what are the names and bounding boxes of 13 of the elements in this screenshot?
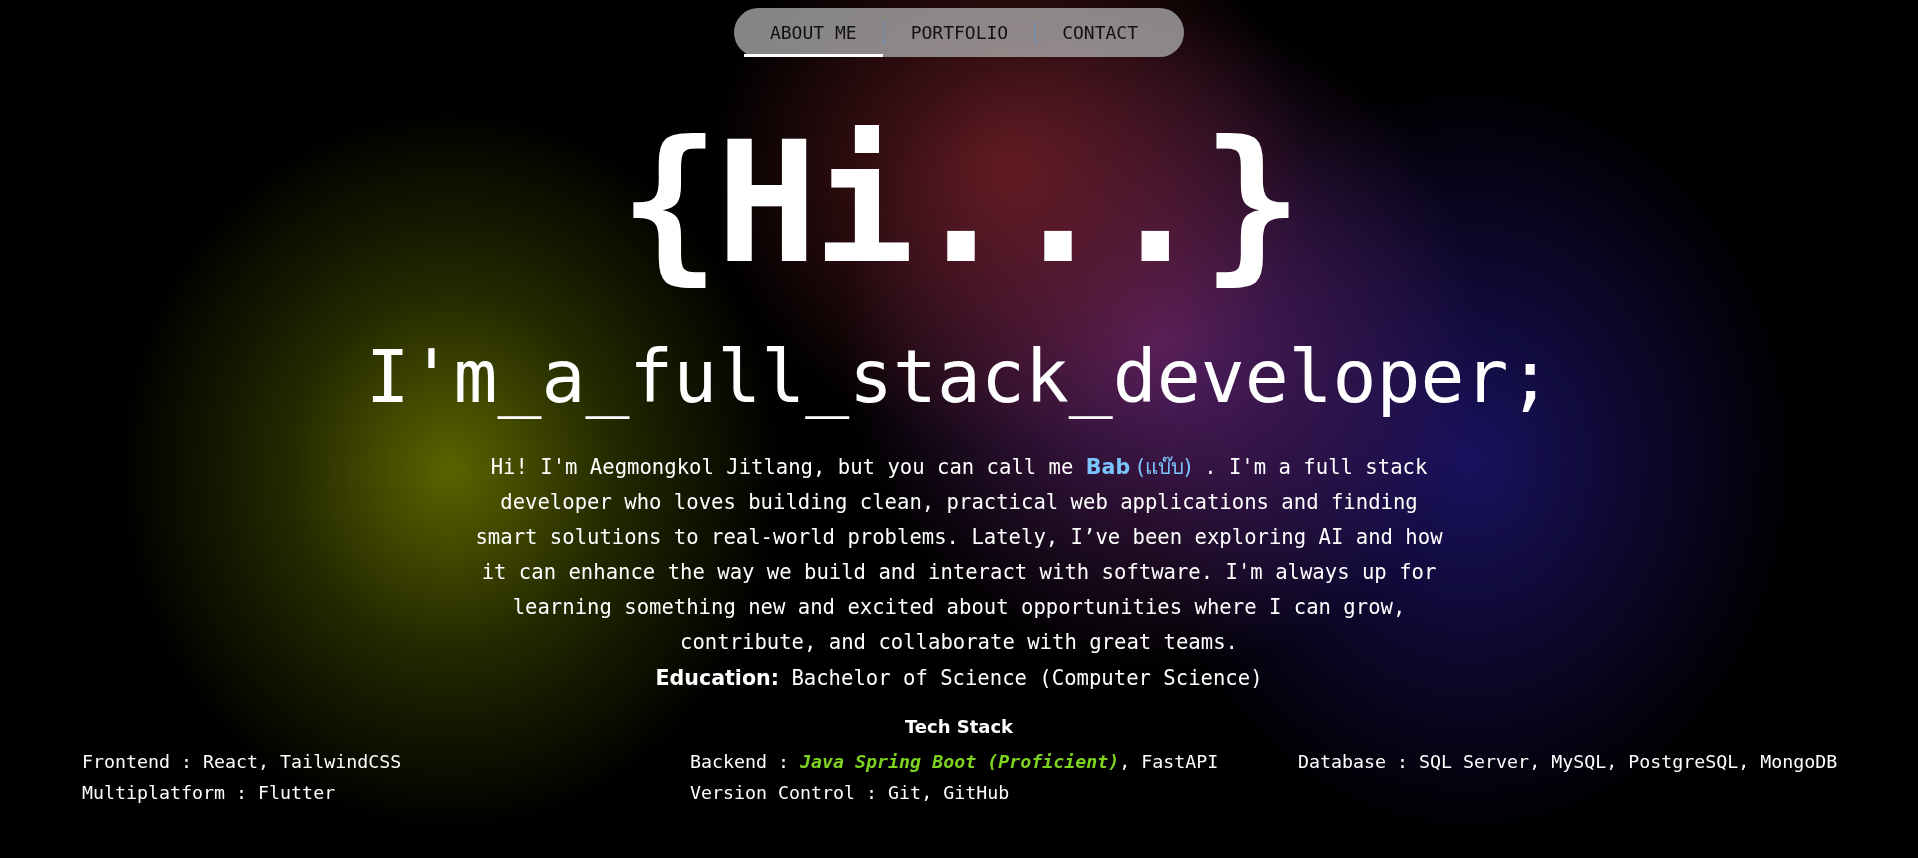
tech-stack-item: Multiplatform : Flutter: [82, 782, 336, 804]
intro-paragraph: Hi! I'm Aegmongkol Jitlang, but you can call me Bab (แบ๊บ) . I'm a full stack developer who loves building clean, practical web applications and finding smart solutions to real-world problems. Lately, I’ve been exploring AI and how it can enhance the way we build and interact with software. I'm always up for learning something new and excited about opportunities where I can grow, contribute, and collaborate with great teams.: [474, 454, 1444, 657]
nav-tab[interactable]: CONTACT: [1036, 8, 1165, 57]
tech-stack-item: Backend : Java Spring Boot (Proficient), FastAPI: [690, 751, 1219, 773]
nav-tab[interactable]: PORTFOLIO: [884, 8, 1035, 57]
education-text: Education: Bachelor of Science (Computer Science): [655, 666, 1263, 691]
tech-stack-item: Database : SQL Server, MySQL, PostgreSQL, MongoDB: [1298, 751, 1838, 773]
tech-stack-title: Tech Stack: [904, 716, 1014, 738]
tech-stack-item: Frontend : React, TailwindCSS: [82, 751, 402, 773]
nav-tab[interactable]: ABOUT ME: [743, 8, 883, 57]
greeting-heading: {Hi...}: [619, 119, 1299, 287]
subtitle-heading: I'm_a_full_stack_developer;: [365, 333, 1553, 421]
tech-stack-item: Version Control : Git, GitHub: [690, 782, 1010, 804]
